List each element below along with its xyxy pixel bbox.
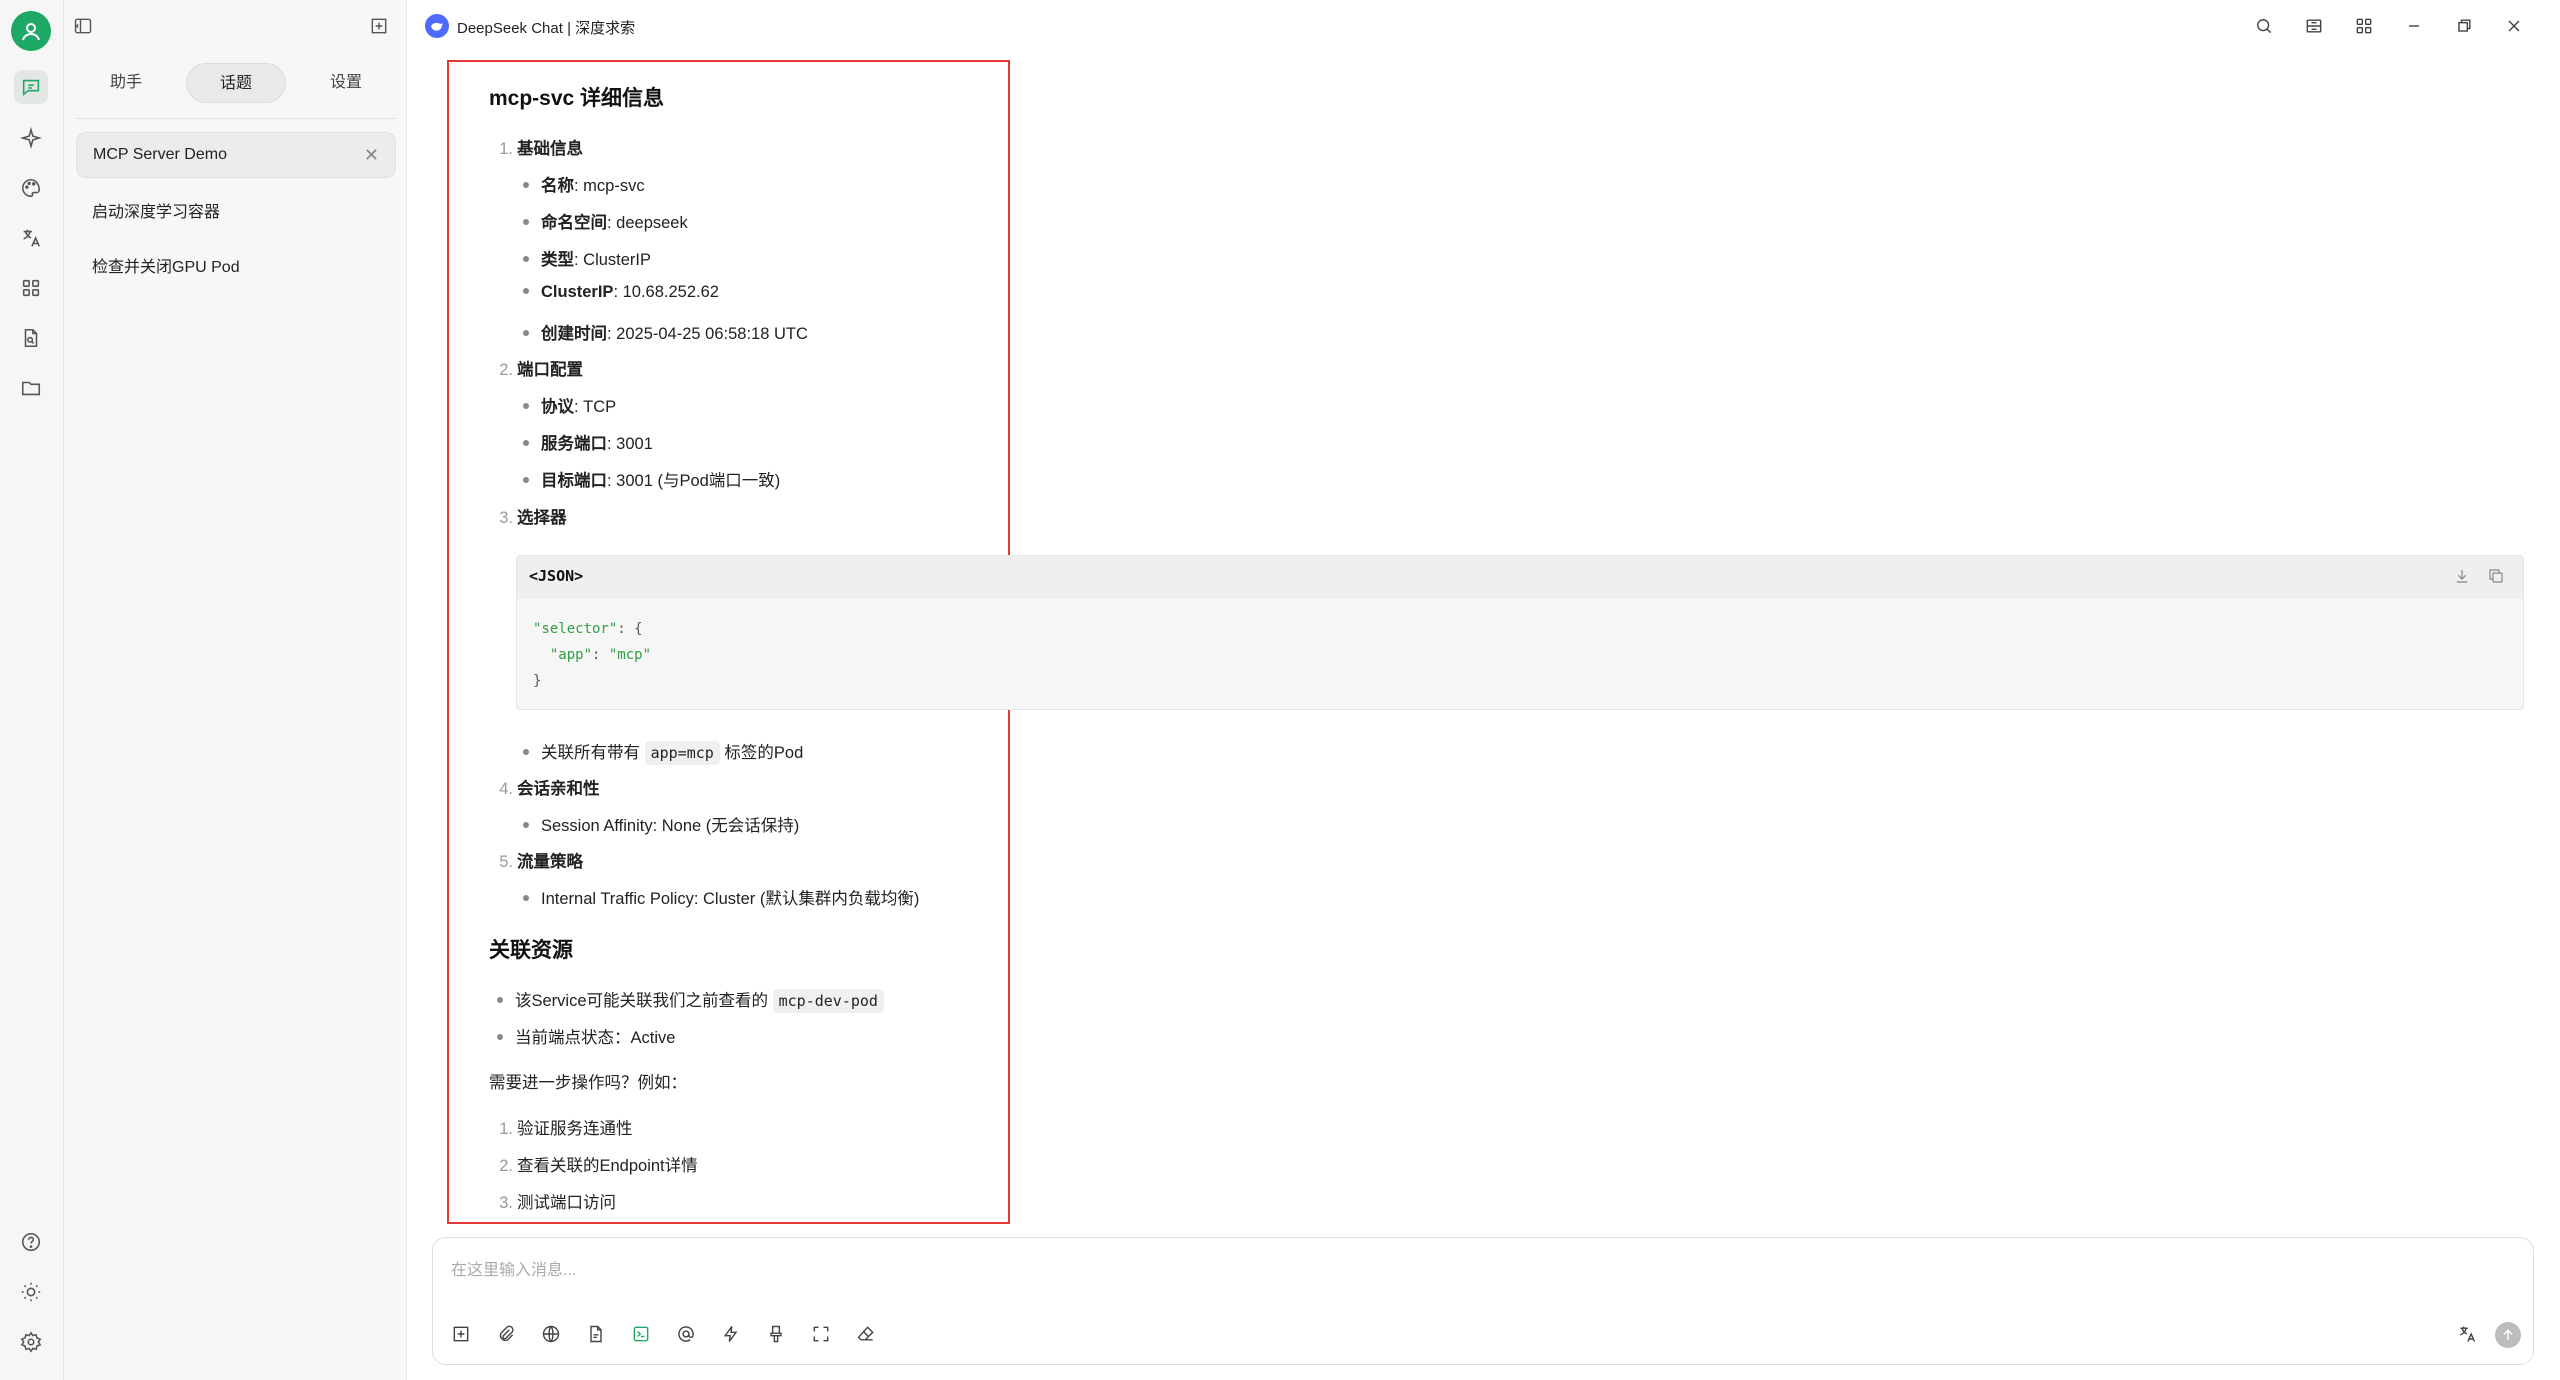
section-port-config: 2. 端口配置 — [499, 361, 583, 379]
option-item: 1. 验证服务连通性 — [499, 1120, 633, 1138]
download-icon[interactable] — [2453, 567, 2473, 587]
list-item: 类型: ClusterIP — [523, 246, 651, 270]
search-icon[interactable] — [2250, 12, 2278, 40]
restore-icon[interactable] — [2450, 12, 2478, 40]
topic-label: MCP Server Demo — [93, 146, 227, 163]
list-item: 创建时间: 2025-04-25 06:58:18 UTC — [523, 320, 808, 344]
section-session-affinity: 4. 会话亲和性 — [499, 780, 600, 798]
knowledge-base-icon[interactable] — [582, 1320, 610, 1348]
layout-icon[interactable] — [2300, 12, 2328, 40]
topic-sidebar: 助手 话题 设置 MCP Server Demo ✕ 启动深度学习容器 检查并关… — [64, 0, 407, 1380]
attachment-icon[interactable] — [492, 1320, 520, 1348]
translate-icon[interactable] — [2453, 1320, 2481, 1348]
section-title: 基础信息 — [517, 140, 583, 158]
mcp-server-terminal-icon[interactable] — [627, 1320, 655, 1348]
topic-item-gpu-pod[interactable]: 检查并关闭GPU Pod — [76, 242, 396, 288]
section-traffic-policy: 5. 流量策略 — [499, 853, 583, 871]
option-item: 3. 测试端口访问 — [499, 1194, 616, 1212]
chat-area: mcp-svc 详细信息 1. 基础信息 名称: mcp-svc 命名空间: de… — [407, 52, 2560, 1232]
message-input-placeholder[interactable]: 在这里输入消息... — [451, 1256, 576, 1280]
theme-sun-icon[interactable] — [14, 1275, 48, 1309]
sparkle-icon[interactable] — [14, 121, 48, 155]
list-item: 关联所有带有 app=mcp 标签的Pod — [523, 739, 803, 765]
window-title: DeepSeek Chat | 深度求索 — [457, 20, 636, 37]
copy-icon[interactable] — [2487, 567, 2507, 587]
code-block: <JSON> "selector": { "app": "mcp" } — [516, 555, 2524, 710]
divider — [76, 118, 396, 119]
tab-settings[interactable]: 设置 — [296, 63, 396, 103]
list-item: 服务端口: 3001 — [523, 430, 653, 454]
list-item: 命名空间: deepseek — [523, 209, 688, 233]
toggle-sidebar-icon[interactable] — [70, 13, 96, 39]
folder-icon[interactable] — [14, 371, 48, 405]
deepseek-logo-icon — [425, 14, 449, 38]
heading-service-details: mcp-svc 详细信息 — [489, 87, 665, 110]
list-item: 该Service可能关联我们之前查看的 mcp-dev-pod — [497, 987, 884, 1013]
heading-related-resources: 关联资源 — [489, 939, 573, 962]
section-basic-info: 1. 基础信息 — [495, 135, 583, 159]
apps-grid-icon[interactable] — [2350, 12, 2378, 40]
new-topic-icon[interactable] — [366, 13, 392, 39]
chat-icon[interactable] — [14, 70, 48, 104]
code-content: "selector": { "app": "mcp" } — [533, 621, 652, 689]
sidebar-tabs: 助手 话题 设置 — [76, 62, 396, 104]
settings-gear-icon[interactable] — [14, 1325, 48, 1359]
followup-text: 需要进一步操作吗？例如： — [489, 1074, 687, 1092]
title-bar: DeepSeek Chat | 深度求索 — [407, 0, 2560, 52]
inline-code: app=mcp — [644, 741, 720, 765]
help-icon[interactable] — [14, 1225, 48, 1259]
list-item: Session Affinity: None (无会话保持) — [523, 812, 799, 836]
list-item: 当前端点状态：Active — [497, 1024, 675, 1048]
send-button[interactable] — [2495, 1322, 2521, 1348]
topic-item-deep-learning-container[interactable]: 启动深度学习容器 — [76, 187, 396, 233]
close-window-icon[interactable] — [2500, 12, 2528, 40]
section-selector: 3. 选择器 — [499, 509, 567, 527]
mention-at-icon[interactable] — [672, 1320, 700, 1348]
list-item: Internal Traffic Policy: Cluster (默认集群内负… — [523, 885, 919, 909]
option-item: 2. 查看关联的Endpoint详情 — [499, 1157, 698, 1175]
lightning-icon[interactable] — [717, 1320, 745, 1348]
input-toolbar — [447, 1320, 880, 1348]
tab-topics[interactable]: 话题 — [186, 63, 286, 103]
close-icon[interactable]: ✕ — [364, 145, 379, 166]
topic-label: 检查并关闭GPU Pod — [92, 259, 240, 276]
tab-assistant[interactable]: 助手 — [76, 63, 176, 103]
eraser-icon[interactable] — [852, 1320, 880, 1348]
list-item: 协议: TCP — [523, 393, 616, 417]
inline-code: mcp-dev-pod — [772, 989, 884, 1013]
topic-item-mcp-server-demo[interactable]: MCP Server Demo ✕ — [76, 132, 396, 178]
apps-grid-icon[interactable] — [14, 271, 48, 305]
clear-brush-icon[interactable] — [762, 1320, 790, 1348]
new-topic-icon[interactable] — [447, 1320, 475, 1348]
minimize-icon[interactable] — [2400, 12, 2428, 40]
file-search-icon[interactable] — [14, 321, 48, 355]
palette-icon[interactable] — [14, 171, 48, 205]
message-input-box[interactable]: 在这里输入消息... — [432, 1237, 2534, 1365]
icon-rail — [0, 0, 64, 1380]
list-item: 名称: mcp-svc — [523, 172, 645, 196]
list-item: ClusterIP: 10.68.252.62 — [523, 283, 719, 302]
sidebar-header — [64, 0, 406, 52]
translate-icon[interactable] — [14, 221, 48, 255]
user-avatar[interactable] — [11, 11, 51, 51]
list-number: 1. — [499, 140, 513, 158]
topic-label: 启动深度学习容器 — [92, 204, 221, 221]
web-search-globe-icon[interactable] — [537, 1320, 565, 1348]
code-block-header: <JSON> — [517, 556, 2523, 598]
code-language-label: <JSON> — [529, 567, 584, 585]
fullscreen-icon[interactable] — [807, 1320, 835, 1348]
list-item: 目标端口: 3001 (与Pod端口一致) — [523, 467, 780, 491]
